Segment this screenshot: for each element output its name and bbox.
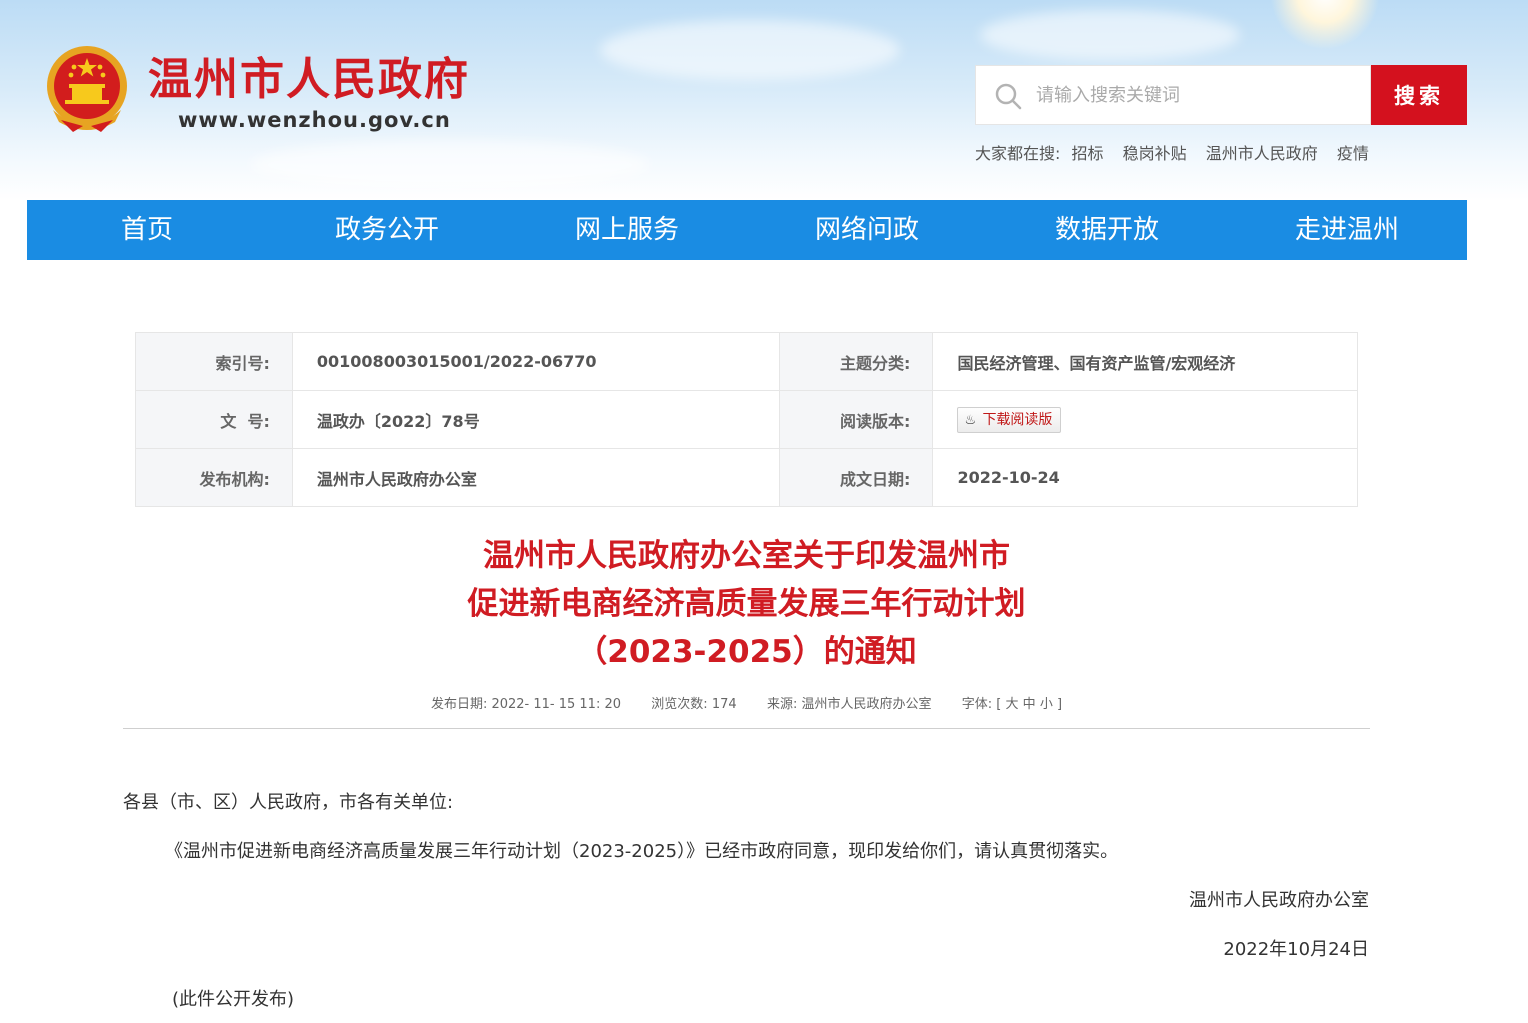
signature: 温州市人民政府办公室 bbox=[1189, 890, 1369, 911]
date-value: 2022-10-24 bbox=[932, 448, 1358, 507]
hot-search-term[interactable]: 疫情 bbox=[1337, 144, 1369, 163]
site-title[interactable]: 温州市人民政府 bbox=[148, 52, 470, 108]
nav-item-online-inquiry[interactable]: 网络问政 bbox=[747, 200, 987, 260]
topic-label: 主题分类: bbox=[778, 332, 934, 391]
document-meta-table: 索引号: 001008003015001/2022-06770 主题分类: 国民… bbox=[135, 332, 1358, 507]
public-release-note: (此件公开发布) bbox=[172, 989, 295, 1010]
font-bracket: [ bbox=[996, 697, 1002, 712]
font-size-medium[interactable]: 中 bbox=[1023, 697, 1036, 712]
pub-date: 2022- 11- 15 11: 20 bbox=[491, 697, 622, 712]
cloud bbox=[250, 140, 650, 190]
main-nav: 首页 政务公开 网上服务 网络问政 数据开放 走进温州 bbox=[27, 200, 1467, 260]
download-label: 下载阅读版 bbox=[982, 411, 1053, 428]
download-icon: ♨ bbox=[964, 412, 977, 428]
site-url[interactable]: www.wenzhou.gov.cn bbox=[178, 108, 451, 132]
topic-value: 国民经济管理、国有资产监管/宏观经济 bbox=[932, 332, 1358, 391]
table-row: 索引号: 001008003015001/2022-06770 主题分类: 国民… bbox=[135, 332, 1358, 391]
font-bracket: ] bbox=[1056, 697, 1063, 712]
salutation: 各县（市、区）人民政府，市各有关单位: bbox=[123, 792, 454, 813]
font-size-small[interactable]: 小 bbox=[1040, 697, 1053, 712]
search-box bbox=[975, 65, 1371, 125]
index-value: 001008003015001/2022-06770 bbox=[291, 332, 780, 391]
publish-info: 发布日期: 2022- 11- 15 11: 20 浏览次数: 174 来源: … bbox=[0, 693, 1493, 712]
hot-search-label: 大家都在搜: bbox=[975, 144, 1061, 163]
nav-item-home[interactable]: 首页 bbox=[27, 200, 267, 260]
nav-item-about-wenzhou[interactable]: 走进温州 bbox=[1227, 200, 1467, 260]
index-label: 索引号: bbox=[135, 332, 293, 391]
agency-label: 发布机构: bbox=[135, 448, 293, 507]
hot-search-term[interactable]: 招标 bbox=[1072, 144, 1104, 163]
source-value: 温州市人民政府办公室 bbox=[801, 697, 932, 712]
article-title-line: 促进新电商经济高质量发展三年行动计划 bbox=[467, 586, 1026, 622]
article-title-line: 温州市人民政府办公室关于印发温州市 bbox=[483, 538, 1010, 574]
version-label: 阅读版本: bbox=[778, 390, 934, 449]
hot-search-term[interactable]: 稳岗补贴 bbox=[1123, 144, 1187, 163]
article-title: 温州市人民政府办公室关于印发温州市 促进新电商经济高质量发展三年行动计划 （20… bbox=[0, 532, 1493, 676]
hot-search-term[interactable]: 温州市人民政府 bbox=[1206, 144, 1318, 163]
search-button[interactable]: 搜索 bbox=[1371, 65, 1467, 125]
national-emblem-icon bbox=[47, 46, 127, 132]
table-row: 文 号: 温政办〔2022〕78号 阅读版本: ♨ 下载阅读版 bbox=[135, 390, 1358, 449]
pub-date-label: 发布日期: bbox=[430, 697, 488, 712]
table-row: 发布机构: 温州市人民政府办公室 成文日期: 2022-10-24 bbox=[135, 448, 1358, 507]
views-count: 174 bbox=[711, 697, 737, 712]
cloud bbox=[600, 20, 900, 80]
views-label: 浏览次数: bbox=[651, 697, 708, 712]
nav-item-government-affairs[interactable]: 政务公开 bbox=[267, 200, 507, 260]
nav-item-open-data[interactable]: 数据开放 bbox=[987, 200, 1227, 260]
nav-item-online-services[interactable]: 网上服务 bbox=[507, 200, 747, 260]
source-label: 来源: bbox=[766, 697, 798, 712]
search-input[interactable] bbox=[1036, 66, 1356, 124]
article-title-line: （2023-2025）的通知 bbox=[576, 634, 917, 670]
download-reading-version-button[interactable]: ♨ 下载阅读版 bbox=[957, 406, 1062, 433]
divider bbox=[123, 728, 1370, 729]
font-size-large[interactable]: 大 bbox=[1006, 697, 1019, 712]
search-icon bbox=[995, 83, 1022, 110]
agency-value: 温州市人民政府办公室 bbox=[291, 448, 780, 507]
hot-search-bar: 大家都在搜: 招标 稳岗补贴 温州市人民政府 疫情 bbox=[975, 140, 1383, 164]
docno-label: 文 号: bbox=[135, 390, 293, 449]
article-paragraph: 《温州市促进新电商经济高质量发展三年行动计划（2023-2025）》已经市政府同… bbox=[165, 841, 1119, 862]
font-size-label: 字体: bbox=[961, 697, 993, 712]
sun-glow bbox=[1270, 0, 1380, 50]
cloud bbox=[980, 10, 1240, 60]
date-label: 成文日期: bbox=[778, 448, 934, 507]
docno-value: 温政办〔2022〕78号 bbox=[291, 390, 780, 449]
sign-date: 2022年10月24日 bbox=[1223, 939, 1369, 960]
